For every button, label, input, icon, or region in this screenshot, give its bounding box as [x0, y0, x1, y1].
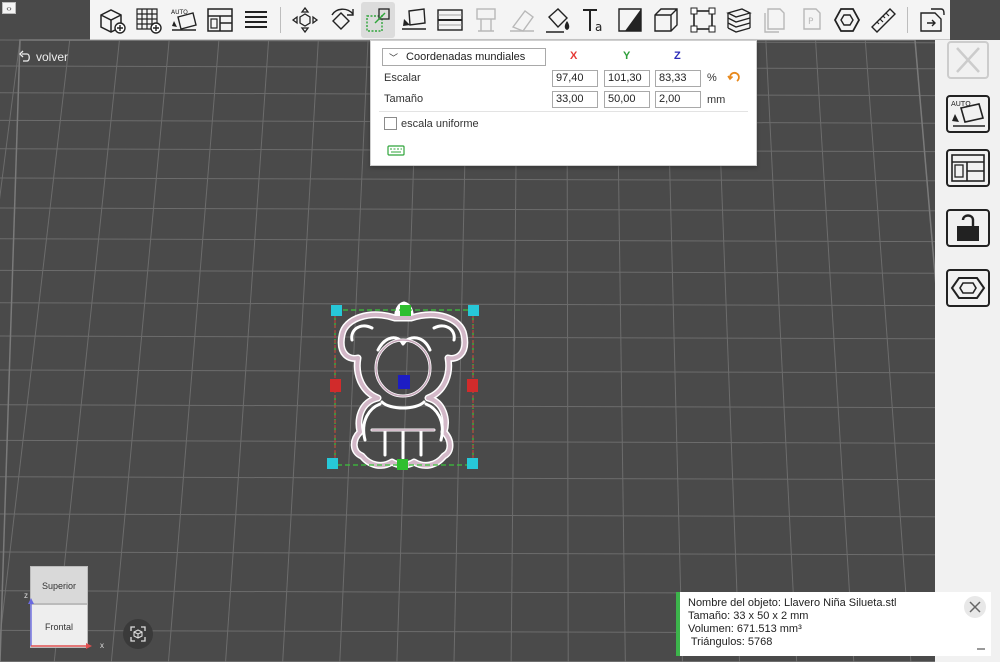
auto-place-icon[interactable]: AUTO — [167, 2, 201, 38]
uniform-scale-label: escala uniforme — [401, 118, 479, 130]
info-minimize-icon[interactable] — [977, 648, 985, 650]
unlock-icon — [946, 209, 990, 247]
panel-toggle-button[interactable]: ‹› — [2, 2, 16, 14]
reset-scale-icon[interactable] — [727, 70, 741, 84]
arrange-layout-icon — [946, 149, 990, 187]
size-unit: mm — [707, 94, 726, 106]
close-icon — [969, 601, 981, 613]
size-row-label: Tamaño — [384, 93, 424, 105]
bounding-box-icon[interactable] — [685, 2, 719, 38]
hexagon-settings-button[interactable] — [941, 266, 995, 310]
right-side-panel: AUTO — [935, 40, 1000, 662]
object-size-line: Tamaño: 33 x 50 x 2 mm — [688, 610, 809, 622]
move-tool-icon[interactable] — [288, 2, 322, 38]
lock-object-button[interactable] — [941, 206, 995, 250]
arrange-layout-icon[interactable] — [203, 2, 237, 38]
add-array-icon[interactable] — [131, 2, 165, 38]
info-close-button[interactable] — [964, 596, 986, 618]
chevron-down-icon: ﹀ — [389, 52, 399, 63]
axis-z-header: Z — [674, 50, 681, 62]
back-button[interactable]: volver — [18, 50, 68, 64]
hexagon-icon[interactable] — [830, 2, 864, 38]
layers-icon[interactable] — [722, 2, 756, 38]
size-x-input[interactable]: 33,00 — [552, 91, 598, 108]
auto-arrange-button[interactable]: AUTO — [941, 92, 995, 136]
support-tool-icon[interactable] — [469, 2, 503, 38]
box-hollow-icon[interactable] — [649, 2, 683, 38]
panel-divider — [379, 111, 748, 112]
scale-x-input[interactable]: 97,40 — [552, 70, 598, 87]
measure-ruler-icon[interactable] — [866, 2, 900, 38]
size-y-input[interactable]: 50,00 — [604, 91, 650, 108]
place-on-face-icon[interactable] — [397, 2, 431, 38]
fit-view-icon — [130, 626, 146, 642]
axis-x-label: x — [100, 641, 104, 650]
scale-panel: ﹀ Coordenadas mundiales X Y Z Escalar 97… — [370, 40, 757, 166]
close-x-icon — [947, 41, 989, 79]
scale-y-input[interactable]: 101,30 — [604, 70, 650, 87]
axis-y-header: Y — [623, 50, 631, 62]
scale-z-input[interactable]: 83,33 — [655, 70, 701, 87]
delete-object-button[interactable] — [941, 38, 995, 82]
auto-place-icon: AUTO — [946, 95, 990, 133]
object-name-line: Nombre del objeto: Llavero Niña Silueta.… — [688, 597, 897, 609]
copy-icon[interactable] — [758, 2, 792, 38]
erase-tool-icon[interactable] — [505, 2, 539, 38]
coordinate-mode-label: Coordenadas mundiales — [406, 51, 526, 63]
fit-view-button[interactable] — [123, 619, 153, 649]
export-icon[interactable] — [915, 2, 949, 38]
scale-row-label: Escalar — [384, 72, 421, 84]
axis-z-label: z — [24, 591, 28, 600]
axis-gizmo — [28, 598, 92, 649]
layout-view-button[interactable] — [941, 146, 995, 190]
add-object-icon[interactable] — [95, 2, 129, 38]
rotate-tool-icon[interactable] — [325, 2, 359, 38]
object-triangles-line: Triángulos: 5768 — [688, 636, 773, 648]
keyboard-icon[interactable] — [387, 144, 405, 157]
cut-corner-icon[interactable] — [613, 2, 647, 38]
main-toolbar: AUTO a P — [90, 0, 950, 40]
object-volume-line: Volumen: 671.513 mm³ — [688, 623, 802, 635]
split-tool-icon[interactable] — [433, 2, 467, 38]
object-info-card: Nombre del objeto: Llavero Niña Silueta.… — [676, 592, 991, 656]
scale-tool-icon[interactable] — [360, 1, 395, 38]
undo-arrow-icon — [19, 50, 30, 62]
text-tool-icon[interactable]: a — [577, 2, 611, 38]
size-z-input[interactable]: 2,00 — [655, 91, 701, 108]
scale-unit: % — [707, 72, 717, 84]
coordinate-mode-select[interactable]: ﹀ Coordenadas mundiales — [382, 48, 546, 66]
list-objects-icon[interactable] — [239, 2, 273, 38]
paint-bucket-icon[interactable] — [541, 2, 575, 38]
uniform-scale-checkbox[interactable] — [384, 117, 397, 130]
hexagon-icon — [946, 269, 990, 307]
paste-icon[interactable]: P — [794, 2, 828, 38]
axis-x-header: X — [570, 50, 578, 62]
svg-text:P: P — [808, 17, 814, 27]
svg-text:a: a — [595, 20, 602, 34]
back-label: volver — [36, 50, 69, 64]
